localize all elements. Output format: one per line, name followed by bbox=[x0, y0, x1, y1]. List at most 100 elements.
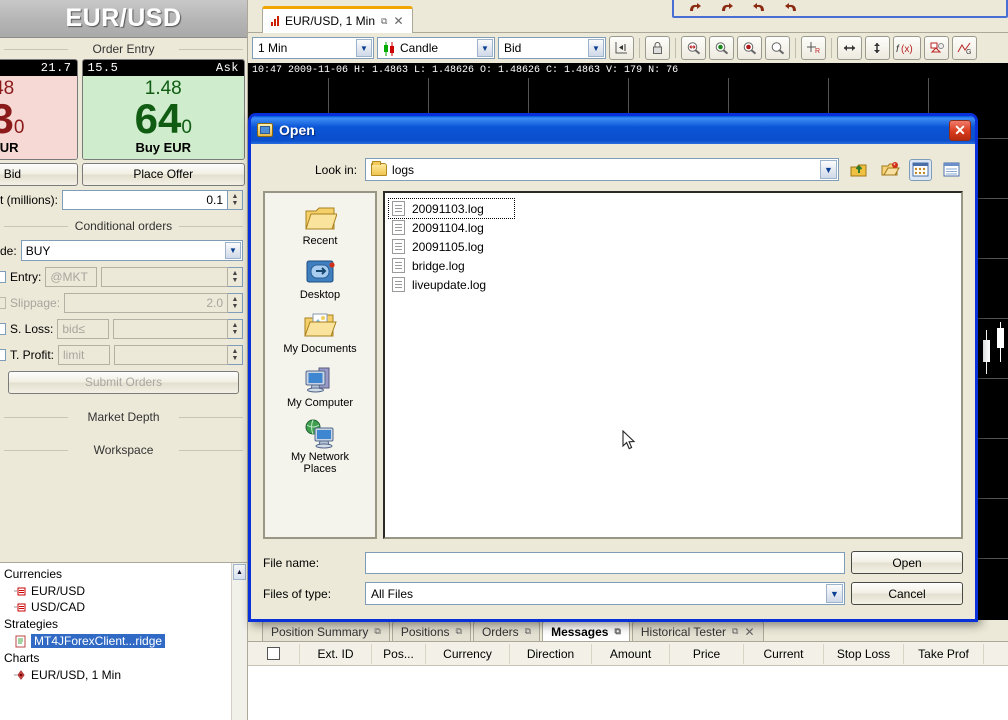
spinner-up-icon[interactable]: ▲ bbox=[232, 193, 239, 200]
place-recent[interactable]: Recent bbox=[265, 203, 375, 247]
bid-quote-box[interactable]: 21.7 1.48 530 ell EUR bbox=[0, 59, 78, 160]
column-stop-loss[interactable]: Stop Loss bbox=[824, 643, 904, 664]
amount-stepper[interactable]: 0.1 ▲ ▼ bbox=[62, 190, 243, 210]
zoom-region-icon[interactable] bbox=[765, 36, 790, 60]
tree-item-chart[interactable]: EUR/USD, 1 Min bbox=[2, 667, 247, 683]
takeprofit-value-input[interactable] bbox=[114, 345, 228, 365]
select-all-checkbox[interactable] bbox=[267, 646, 280, 660]
column-currency[interactable]: Currency bbox=[426, 643, 510, 664]
crosshair-icon[interactable]: R bbox=[801, 36, 826, 60]
ask-quote-box[interactable]: 15.5 Ask 1.48 640 Buy EUR bbox=[81, 59, 245, 160]
tab-historical-tester[interactable]: Historical Tester ⧉ ✕ bbox=[631, 621, 764, 641]
restore-icon[interactable]: ⧉ bbox=[374, 626, 380, 637]
file-list[interactable]: 20091103.log 20091104.log 20091105.log b… bbox=[383, 191, 963, 539]
tab-positions[interactable]: Positions ⧉ bbox=[391, 621, 471, 641]
stoploss-value-input[interactable] bbox=[113, 319, 228, 339]
zoom-reset-icon[interactable] bbox=[681, 36, 706, 60]
zoom-out-icon[interactable] bbox=[737, 36, 762, 60]
tab-eurusd-1min[interactable]: EUR/USD, 1 Min ⧉ ✕ bbox=[262, 6, 413, 33]
entry-checkbox[interactable] bbox=[0, 271, 6, 283]
chevron-down-icon[interactable]: ▼ bbox=[225, 242, 241, 259]
column-amount[interactable]: Amount bbox=[592, 643, 670, 664]
restore-icon[interactable]: ⧉ bbox=[456, 626, 462, 637]
restore-icon[interactable]: ⧉ bbox=[614, 626, 620, 637]
view-menu-icon[interactable] bbox=[909, 158, 932, 181]
scroll-up-icon[interactable]: ▲ bbox=[233, 564, 246, 580]
look-in-select[interactable]: logs ▼ bbox=[365, 158, 839, 181]
tree-group-currencies[interactable]: Currencies bbox=[2, 565, 247, 583]
column-direction[interactable]: Direction bbox=[510, 643, 592, 664]
place-my-documents[interactable]: My Documents bbox=[265, 311, 375, 355]
stoploss-stepper[interactable]: ▲ ▼ bbox=[113, 319, 243, 339]
stoploss-mode-input[interactable]: bid≤ bbox=[57, 319, 110, 339]
entry-spinner[interactable]: ▲ ▼ bbox=[228, 267, 243, 287]
restore-icon[interactable]: ⧉ bbox=[732, 626, 738, 637]
indicator-icon[interactable]: G bbox=[952, 36, 977, 60]
chevron-down-icon[interactable]: ▼ bbox=[356, 39, 372, 57]
interval-select[interactable]: 1 Min ▼ bbox=[252, 37, 374, 59]
close-button[interactable]: ✕ bbox=[949, 119, 971, 141]
function-icon[interactable]: f (x) bbox=[893, 36, 921, 60]
file-item[interactable]: 20091104.log bbox=[389, 218, 514, 237]
spinner-down-icon[interactable]: ▼ bbox=[232, 329, 239, 336]
spinner-down-icon[interactable]: ▼ bbox=[232, 200, 239, 207]
tab-messages[interactable]: Messages ⧉ bbox=[542, 621, 630, 641]
slippage-input[interactable]: 2.0 bbox=[64, 293, 228, 313]
new-folder-icon[interactable]: * bbox=[878, 159, 901, 181]
tree-item-strategy[interactable]: MT4JForexClient...ridge bbox=[2, 633, 247, 649]
lock-icon[interactable] bbox=[645, 36, 670, 60]
place-desktop[interactable]: Desktop bbox=[265, 257, 375, 301]
undo-arrow-icon[interactable] bbox=[688, 2, 702, 14]
spinner-up-icon[interactable]: ▲ bbox=[232, 348, 239, 355]
amount-input[interactable]: 0.1 bbox=[62, 190, 228, 210]
takeprofit-mode-input[interactable]: limit bbox=[58, 345, 111, 365]
tree-group-strategies[interactable]: Strategies bbox=[2, 615, 247, 633]
file-item[interactable]: liveupdate.log bbox=[389, 275, 514, 294]
tree-item-eur-usd[interactable]: EUR/USD bbox=[2, 583, 247, 599]
file-item[interactable]: bridge.log bbox=[389, 256, 514, 275]
tab-position-summary[interactable]: Position Summary ⧉ bbox=[262, 621, 390, 641]
column-current[interactable]: Current bbox=[744, 643, 824, 664]
column-pos[interactable]: Pos... bbox=[372, 643, 426, 664]
slippage-spinner[interactable]: ▲ ▼ bbox=[228, 293, 243, 313]
drawing-icon[interactable] bbox=[924, 36, 949, 60]
open-file-dialog[interactable]: Open ✕ Look in: logs ▼ * Recent Desktop … bbox=[248, 113, 978, 622]
takeprofit-spinner[interactable]: ▲ ▼ bbox=[228, 345, 243, 365]
place-bid-button[interactable]: Place Bid bbox=[0, 163, 78, 186]
tab-orders[interactable]: Orders ⧉ bbox=[472, 621, 541, 641]
workspace-title[interactable]: Workspace bbox=[0, 439, 247, 460]
positions-table-body[interactable] bbox=[248, 666, 1008, 720]
restore-icon[interactable]: ⧉ bbox=[381, 16, 387, 27]
entry-stepper[interactable]: ▲ ▼ bbox=[101, 267, 243, 287]
slippage-stepper[interactable]: 2.0 ▲ ▼ bbox=[64, 293, 243, 313]
cancel-button[interactable]: Cancel bbox=[851, 582, 963, 605]
pan-vertical-icon[interactable] bbox=[865, 36, 890, 60]
spinner-down-icon[interactable]: ▼ bbox=[232, 303, 239, 310]
chevron-down-icon[interactable]: ▼ bbox=[477, 39, 493, 57]
side-select[interactable]: BUY ▼ bbox=[20, 240, 243, 261]
column-ext-id[interactable]: Ext. ID bbox=[300, 643, 372, 664]
pan-horizontal-icon[interactable] bbox=[837, 36, 862, 60]
undo-arrow-icon[interactable] bbox=[720, 2, 734, 14]
column-price[interactable]: Price bbox=[670, 643, 744, 664]
redo-arrow-icon[interactable] bbox=[784, 2, 798, 14]
spinner-down-icon[interactable]: ▼ bbox=[232, 277, 239, 284]
open-button[interactable]: Open bbox=[851, 551, 963, 574]
close-icon[interactable]: ✕ bbox=[393, 14, 403, 28]
workspace-tree[interactable]: Currencies EUR/USD USD/CAD Strategies MT… bbox=[0, 562, 247, 720]
amount-spinner[interactable]: ▲ ▼ bbox=[228, 190, 243, 210]
tree-item-usd-cad[interactable]: USD/CAD bbox=[2, 599, 247, 615]
place-my-computer[interactable]: My Computer bbox=[265, 365, 375, 409]
files-of-type-select[interactable]: All Files ▼ bbox=[365, 582, 845, 605]
file-item[interactable]: 20091105.log bbox=[389, 237, 514, 256]
price-select[interactable]: Bid ▼ bbox=[498, 37, 606, 59]
spinner-up-icon[interactable]: ▲ bbox=[232, 322, 239, 329]
style-select[interactable]: Candle ▼ bbox=[377, 37, 495, 59]
chevron-down-icon[interactable]: ▼ bbox=[588, 39, 604, 57]
restore-icon[interactable]: ⧉ bbox=[525, 626, 531, 637]
slippage-checkbox[interactable] bbox=[0, 297, 6, 309]
redo-arrow-icon[interactable] bbox=[752, 2, 766, 14]
file-item[interactable]: 20091103.log bbox=[388, 198, 515, 219]
market-depth-title[interactable]: Market Depth bbox=[0, 406, 247, 427]
chevron-down-icon[interactable]: ▼ bbox=[820, 160, 837, 179]
